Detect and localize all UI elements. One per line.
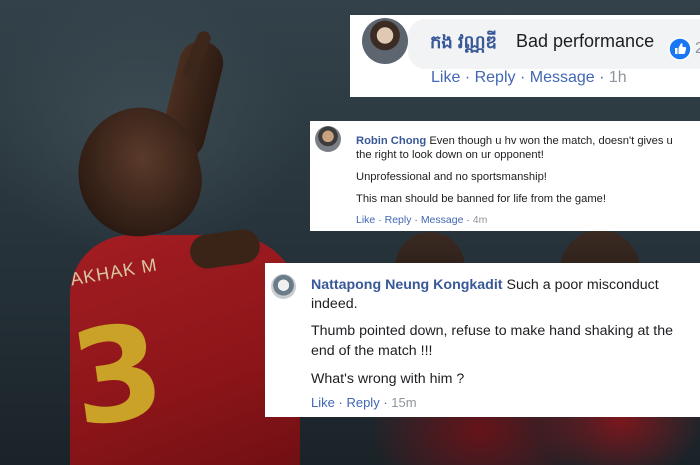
comment-author[interactable]: Nattapong Neung Kongkadit bbox=[311, 277, 503, 293]
comment-first-line: Robin Chong Even though u hv won the mat… bbox=[356, 135, 673, 147]
like-link[interactable]: Like bbox=[311, 395, 335, 410]
comment-author[interactable]: កង វណ្ណឌី bbox=[430, 30, 497, 57]
jersey-number: 3 bbox=[61, 293, 173, 457]
comment-card: Nattapong Neung Kongkadit Such a poor mi… bbox=[265, 263, 700, 417]
reply-link[interactable]: Reply bbox=[475, 69, 516, 86]
like-link[interactable]: Like bbox=[356, 214, 375, 226]
comment-text: Unprofessional and no sportsmanship! bbox=[356, 171, 547, 183]
comment-timestamp[interactable]: 4m bbox=[473, 214, 488, 226]
message-link[interactable]: Message bbox=[530, 69, 595, 86]
reply-link[interactable]: Reply bbox=[385, 214, 412, 226]
avatar[interactable] bbox=[315, 126, 341, 152]
comment-text: Even though u hv won the match, doesn't … bbox=[429, 135, 673, 147]
comment-text: Thumb pointed down, refuse to make hand … bbox=[311, 323, 674, 339]
comment-actions: Like · Reply · 15m bbox=[311, 395, 417, 410]
reply-link[interactable]: Reply bbox=[346, 395, 379, 410]
like-link[interactable]: Like bbox=[431, 69, 460, 86]
comment-author[interactable]: Robin Chong bbox=[356, 135, 426, 147]
message-link[interactable]: Message bbox=[421, 214, 464, 226]
comment-timestamp[interactable]: 15m bbox=[391, 395, 416, 410]
comment-text: This man should be banned for life from … bbox=[356, 193, 606, 205]
comment-text: end of the match !!! bbox=[311, 343, 433, 359]
comment-text: Bad performance bbox=[516, 31, 655, 51]
comment-text: the right to look down on ur opponent! bbox=[356, 149, 544, 161]
comment-first-line: Nattapong Neung Kongkadit Such a poor mi… bbox=[311, 277, 659, 293]
comment-timestamp[interactable]: 1h bbox=[609, 69, 627, 86]
comment-text: Such a poor misconduct bbox=[506, 277, 659, 293]
comment-actions: Like · Reply · Message · 4m bbox=[356, 214, 488, 226]
comment-card: Robin Chong Even though u hv won the mat… bbox=[310, 121, 700, 231]
comment-card: កង វណ្ណឌី Bad performance Like · Reply ·… bbox=[350, 15, 700, 97]
comment-text: indeed. bbox=[311, 296, 358, 312]
reaction-summary[interactable]: 2 bbox=[668, 37, 700, 63]
like-reaction-icon bbox=[668, 37, 692, 61]
reaction-count: 2 bbox=[695, 40, 700, 57]
avatar[interactable] bbox=[362, 18, 408, 64]
avatar[interactable] bbox=[271, 274, 296, 299]
comment-text: What's wrong with him ? bbox=[311, 371, 465, 387]
comment-actions: Like · Reply · Message · 1h bbox=[431, 69, 627, 86]
